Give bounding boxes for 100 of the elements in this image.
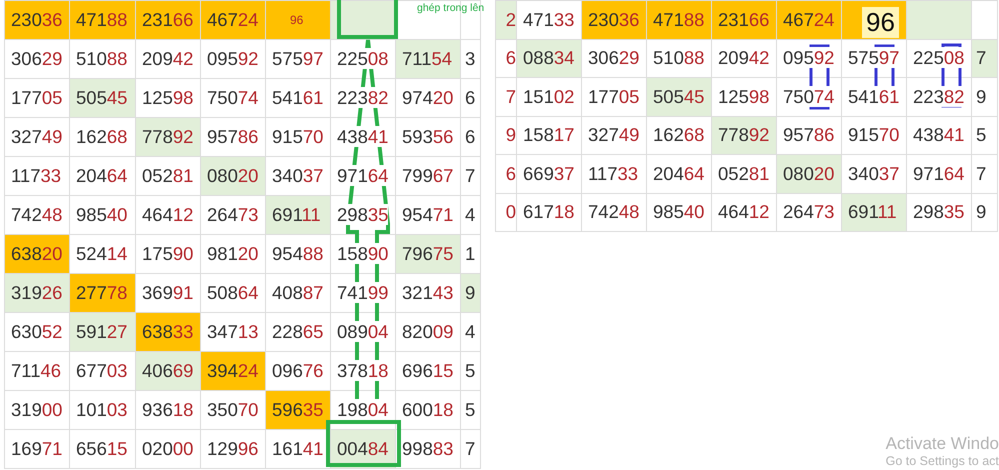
table-cell: 50545: [646, 78, 712, 116]
table-cell: 05281: [136, 156, 200, 196]
table-cell: 46724: [200, 0, 266, 40]
table-cell: 79967: [396, 156, 460, 196]
table-cell: 20942: [712, 39, 776, 78]
table-cell: 46724: [776, 0, 842, 39]
table-cell: 6: [496, 39, 516, 78]
table-cell: 17590: [136, 234, 200, 274]
table-cell: 37818: [330, 352, 396, 390]
table-cell: 11733: [582, 154, 646, 193]
table-cell: 31926: [4, 274, 70, 312]
table-cell: 9: [972, 193, 998, 232]
table-cell: 12598: [712, 78, 776, 116]
table-cell: 09676: [266, 352, 330, 390]
table-cell: 12598: [136, 78, 200, 118]
table-cell: 40887: [266, 274, 330, 312]
table-cell: 98540: [646, 193, 712, 232]
table-cell: 96: [266, 0, 330, 40]
table-cell: 5: [972, 116, 998, 154]
table-cell: 40669: [136, 352, 200, 390]
table-cell: 47188: [646, 0, 712, 39]
table-cell: 74248: [4, 196, 70, 234]
table-cell: 6: [460, 118, 480, 156]
table-cell: 08020: [200, 156, 266, 196]
table-cell: 63833: [136, 312, 200, 352]
table-cell: 99883: [396, 430, 460, 468]
table-cell: 98120: [200, 234, 266, 274]
table-cell: 54161: [842, 78, 906, 116]
table-cell: 29835: [906, 193, 972, 232]
table-cell: 17705: [582, 78, 646, 116]
highlight-frame: [337, 0, 398, 39]
table-cell: 47133: [516, 0, 582, 39]
table-cell: 6: [460, 78, 480, 118]
table-cell: 95488: [266, 234, 330, 274]
table-cell: 63820: [4, 234, 70, 274]
table-cell: 52414: [70, 234, 136, 274]
table-cell: 59127: [70, 312, 136, 352]
table-cell: 97164: [330, 156, 396, 196]
table-cell: 4: [460, 312, 480, 352]
table-cell: 22382: [330, 78, 396, 118]
table-cell: 34037: [842, 154, 906, 193]
table-cell: 08834: [516, 39, 582, 78]
table-cell: 7: [496, 78, 516, 116]
table-cell: 47188: [70, 0, 136, 40]
table-cell: 91570: [266, 118, 330, 156]
table-cell: 20464: [70, 156, 136, 196]
table-cell: 77892: [712, 116, 776, 154]
table-cell: 22508: [330, 40, 396, 78]
table-cell: 60018: [396, 390, 460, 430]
table-cell: 77892: [136, 118, 200, 156]
table-cell: 11733: [4, 156, 70, 196]
table-cell: 54161: [266, 78, 330, 118]
table-cell: 34713: [200, 312, 266, 352]
table-cell: 3: [460, 40, 480, 78]
table-cell: 46412: [136, 196, 200, 234]
table-cell: 32749: [4, 118, 70, 156]
table-cell: 74199: [330, 274, 396, 312]
table-cell: 98540: [70, 196, 136, 234]
activation-title: Activate Windo: [886, 434, 999, 454]
table-cell: 82009: [396, 312, 460, 352]
table-cell: 51088: [646, 39, 712, 78]
table-cell: 63052: [4, 312, 70, 352]
table-cell: 51088: [70, 40, 136, 78]
table-cell: 22508: [906, 39, 972, 78]
table-cell: 22382: [906, 78, 972, 116]
table-cell: 50864: [200, 274, 266, 312]
table-cell: 91570: [842, 116, 906, 154]
table-cell: 43841: [906, 116, 972, 154]
table-cell: 74248: [582, 193, 646, 232]
table-cell: 16141: [266, 430, 330, 468]
table-cell: 57597: [842, 39, 906, 78]
table-cell: 71146: [4, 352, 70, 390]
table-cell: 16971: [4, 430, 70, 468]
table-cell: 95786: [200, 118, 266, 156]
table-cell: 79675: [396, 234, 460, 274]
table-cell: 26473: [200, 196, 266, 234]
table-cell: 17705: [4, 78, 70, 118]
table-cell: 46412: [712, 193, 776, 232]
table-cell: 0: [496, 193, 516, 232]
table-cell: 59635: [266, 390, 330, 430]
table-cell: 26473: [776, 193, 842, 232]
table-cell: 97164: [906, 154, 972, 193]
table-cell: 08904: [330, 312, 396, 352]
note-text: ghép trong lên: [417, 1, 484, 16]
table-cell: 7: [460, 430, 480, 468]
table-cell: 36991: [136, 274, 200, 312]
table-cell: 30629: [582, 39, 646, 78]
table-cell: 09592: [776, 39, 842, 78]
table-cell: 95786: [776, 116, 842, 154]
table-cell: 20464: [646, 154, 712, 193]
activation-hint: Go to Settings to act: [886, 454, 999, 469]
table-cell: 7: [972, 154, 998, 193]
table-cell: 39424: [200, 352, 266, 390]
table-cell: 15817: [516, 116, 582, 154]
table-cell: 71154: [396, 40, 460, 78]
table-cell: 32749: [582, 116, 646, 154]
table-cell: 9: [460, 274, 480, 312]
table-cell: 59356: [396, 118, 460, 156]
table-cell: 16268: [70, 118, 136, 156]
table-cell: 7: [972, 39, 998, 78]
